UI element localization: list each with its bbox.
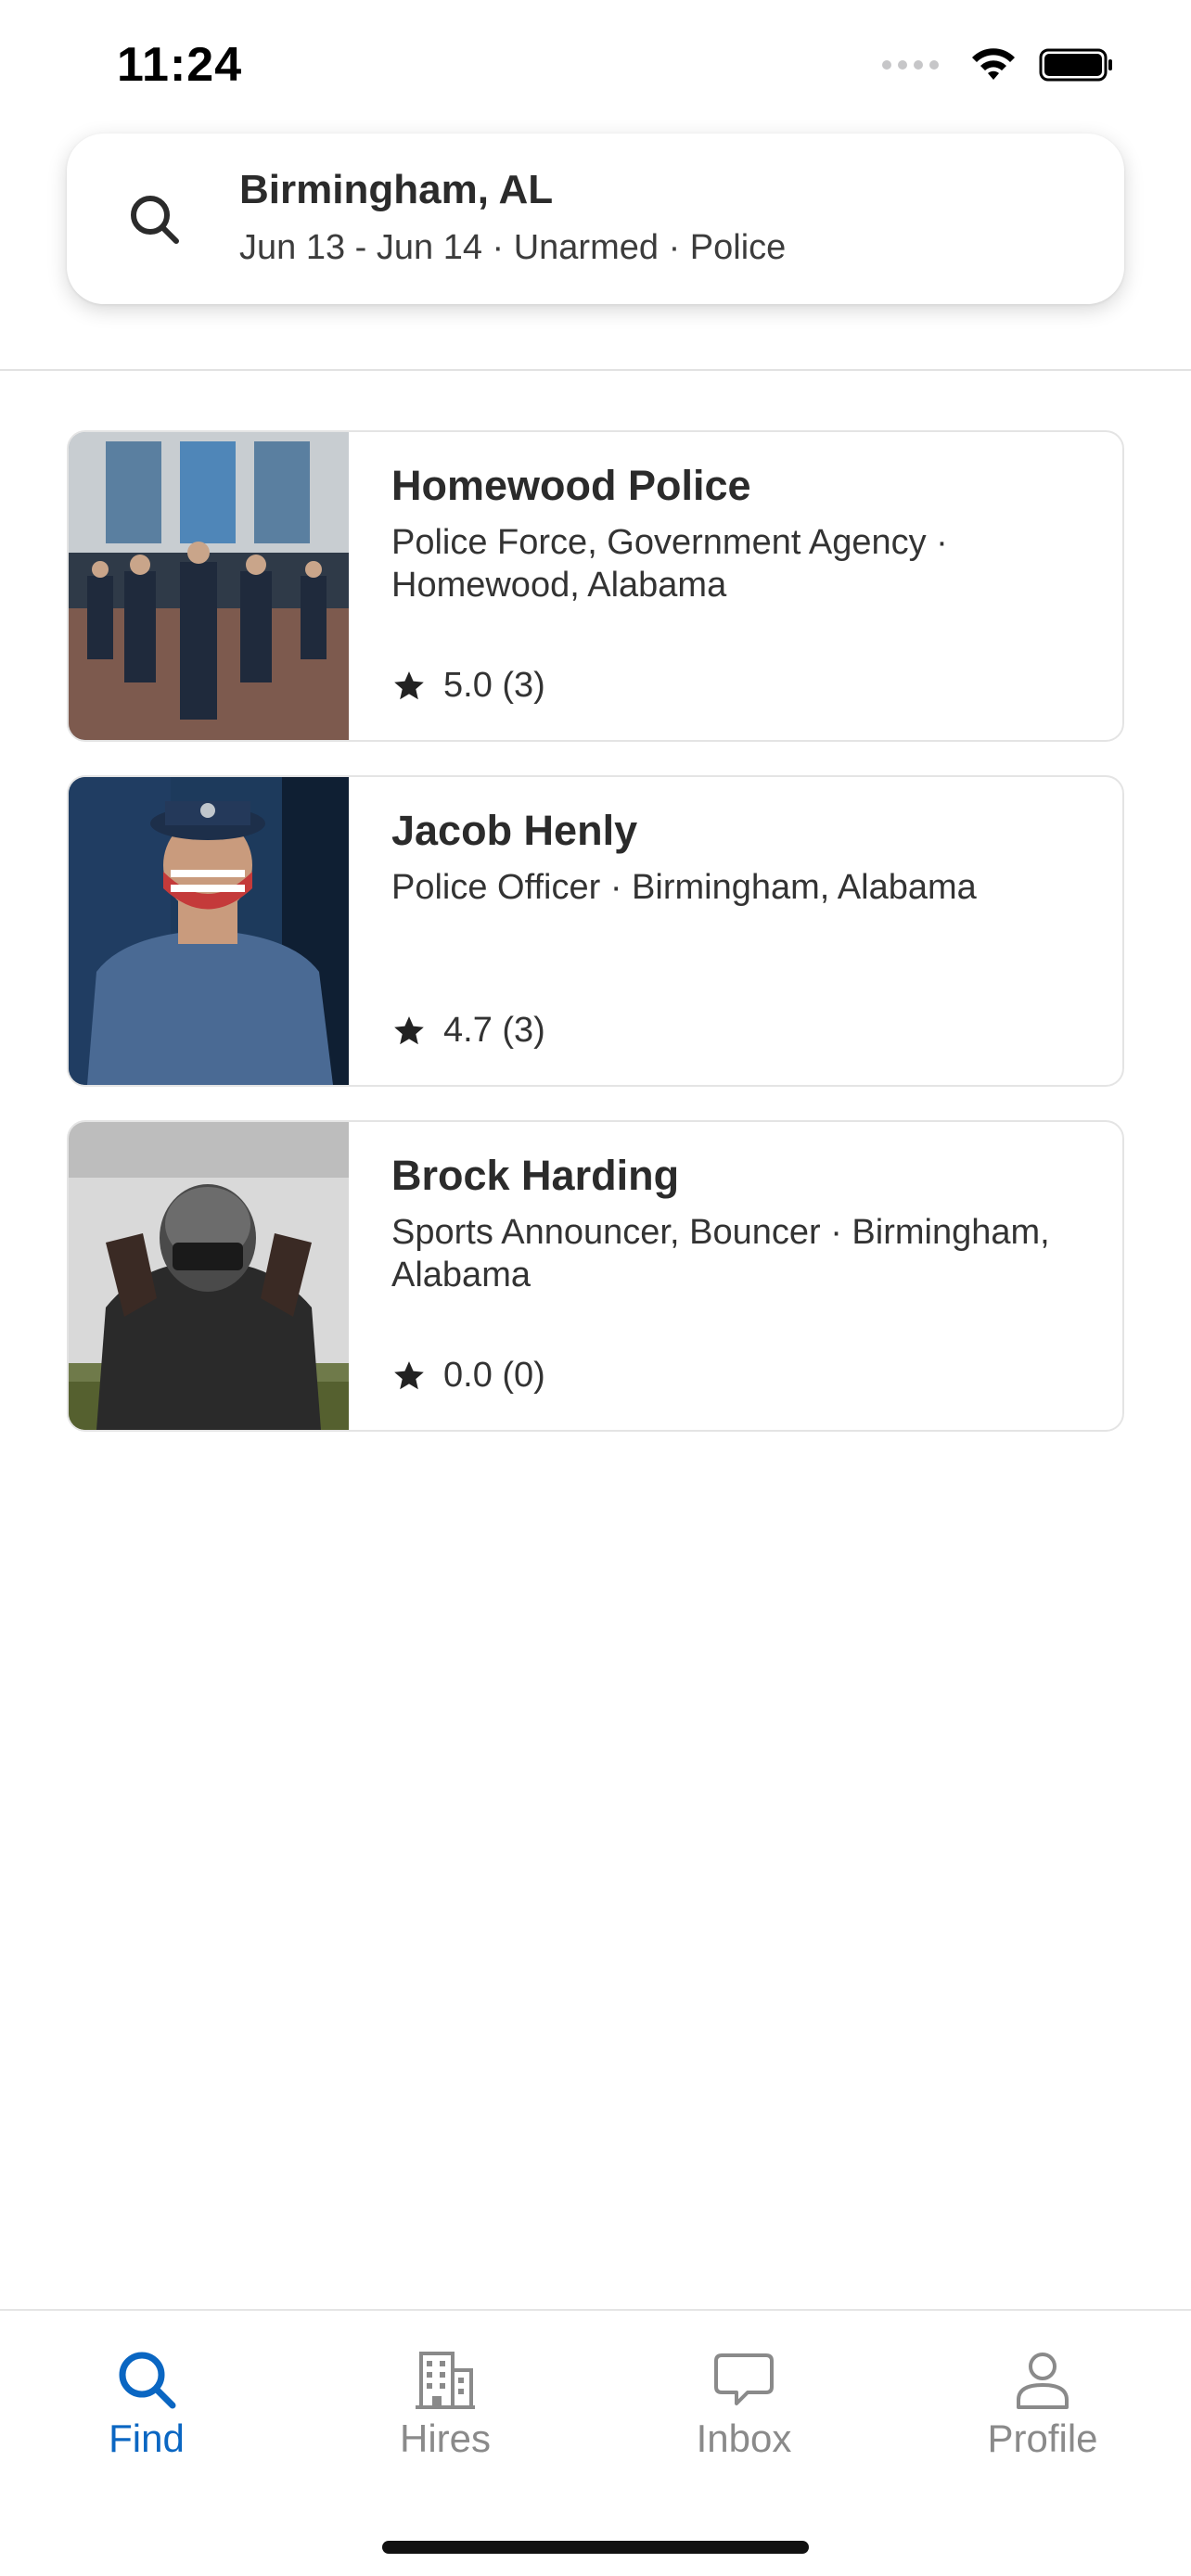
person-icon bbox=[1017, 2353, 1069, 2409]
provider-rating: 4.7 (3) bbox=[391, 1011, 545, 1051]
status-icons bbox=[882, 46, 1115, 83]
wifi-icon bbox=[972, 48, 1015, 80]
provider-name: Homewood Police bbox=[391, 462, 751, 509]
provider-description: Police Officer · Birmingham, Alabama bbox=[391, 868, 977, 907]
provider-photo bbox=[69, 777, 349, 1085]
screen: 11:24 Birmingham, AL Jun 13 - Jun 14 · U… bbox=[0, 0, 1191, 2576]
tab-label: Hires bbox=[399, 2417, 491, 2460]
tab-find[interactable]: Find bbox=[54, 2346, 239, 2461]
search-icon bbox=[119, 2352, 176, 2409]
rating-value: 5.0 (3) bbox=[443, 666, 545, 705]
search-location: Birmingham, AL bbox=[239, 167, 554, 212]
status-time: 11:24 bbox=[117, 38, 243, 92]
result-card-homewood-police[interactable]: Homewood Police Police Force, Government… bbox=[67, 430, 1124, 742]
cellular-signal-icon bbox=[882, 60, 939, 70]
building-icon bbox=[416, 2352, 475, 2409]
home-indicator[interactable] bbox=[382, 2541, 809, 2554]
tab-label: Profile bbox=[987, 2417, 1098, 2460]
provider-description: Police Force, Government Agency · Homewo… bbox=[391, 523, 948, 605]
rating-value: 4.7 (3) bbox=[443, 1011, 545, 1050]
tab-bar: Find Hires Inbox Profile bbox=[0, 2309, 1191, 2576]
star-icon bbox=[394, 670, 424, 699]
star-icon bbox=[394, 1360, 424, 1389]
provider-rating: 0.0 (0) bbox=[391, 1356, 545, 1396]
battery-icon bbox=[1039, 48, 1112, 82]
tab-label: Find bbox=[109, 2417, 185, 2460]
chat-bubble-icon bbox=[714, 2353, 774, 2405]
provider-name: Brock Harding bbox=[391, 1152, 680, 1199]
search-bar[interactable]: Birmingham, AL Jun 13 - Jun 14 · Unarmed… bbox=[67, 134, 1124, 304]
provider-rating: 5.0 (3) bbox=[391, 666, 545, 706]
provider-photo bbox=[69, 432, 349, 740]
provider-photo bbox=[69, 1122, 349, 1430]
rating-value: 0.0 (0) bbox=[443, 1356, 545, 1395]
tab-inbox[interactable]: Inbox bbox=[651, 2346, 837, 2461]
result-card-brock-harding[interactable]: Brock Harding Sports Announcer, Bouncer … bbox=[67, 1120, 1124, 1432]
result-card-jacob-henly[interactable]: Jacob Henly Police Officer · Birmingham,… bbox=[67, 775, 1124, 1087]
header-divider bbox=[0, 369, 1191, 371]
provider-name: Jacob Henly bbox=[391, 807, 638, 854]
status-bar: 11:24 bbox=[0, 0, 1191, 130]
tab-profile[interactable]: Profile bbox=[950, 2346, 1135, 2461]
search-icon bbox=[131, 196, 179, 244]
star-icon bbox=[394, 1015, 424, 1044]
tab-hires[interactable]: Hires bbox=[352, 2346, 538, 2461]
search-summary: Jun 13 - Jun 14 · Unarmed · Police bbox=[239, 228, 787, 267]
tab-label: Inbox bbox=[696, 2417, 792, 2460]
provider-description: Sports Announcer, Bouncer · Birmingham, … bbox=[391, 1213, 1050, 1294]
